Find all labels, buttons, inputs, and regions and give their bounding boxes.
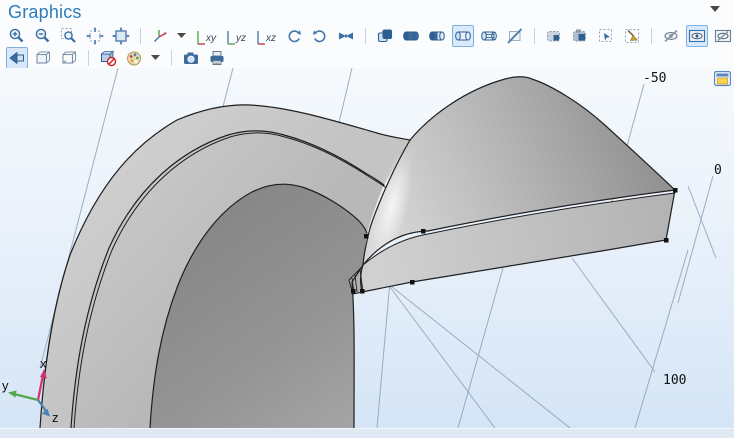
rotate-ccw-button[interactable] — [283, 25, 305, 47]
graphics-toolbar-row2 — [6, 47, 228, 69]
page-title: Graphics — [8, 2, 82, 23]
image-export-button[interactable] — [569, 25, 591, 47]
panel-header: Graphics — [0, 0, 734, 24]
rendering-half-button[interactable] — [426, 25, 448, 47]
graphics-canvas[interactable]: -50 0 100 x y z — [0, 68, 734, 428]
triad-x-label: x — [40, 356, 47, 371]
graphics-window: Graphics xy yz xz — [0, 0, 734, 437]
zoom-in-button[interactable] — [6, 25, 28, 47]
zoom-out-button[interactable] — [32, 25, 54, 47]
tick-label-100: 100 — [663, 373, 686, 388]
color-theme-button[interactable] — [123, 47, 145, 69]
hide-eye-slash-button[interactable] — [660, 25, 682, 47]
zoom-box-button[interactable] — [58, 25, 80, 47]
detach-window-icon[interactable] — [714, 71, 731, 92]
graphics-toolbar-row1: xy yz xz — [6, 25, 734, 47]
view-unhide-all-button[interactable] — [686, 25, 708, 47]
toolbar-separator — [88, 50, 89, 66]
show-axes-button[interactable] — [58, 47, 80, 69]
tick-label-0: 0 — [714, 163, 722, 178]
no-selection-button[interactable] — [504, 25, 526, 47]
toolbar-separator — [534, 28, 535, 44]
toolbar-separator — [171, 50, 172, 66]
orthographic-projection-button[interactable] — [335, 25, 357, 47]
go-to-default-view-button[interactable] — [149, 25, 171, 47]
print-button[interactable] — [206, 47, 228, 69]
go-to-yz-view-button[interactable]: yz — [223, 25, 249, 47]
scene-3d[interactable]: -50 0 100 x y z — [0, 68, 734, 428]
scene-light-button[interactable] — [6, 47, 28, 69]
go-to-xz-view-button[interactable]: xz — [253, 25, 279, 47]
panel-menu-caret-icon[interactable] — [710, 6, 720, 12]
zoom-selected-button[interactable] — [110, 25, 132, 47]
zoom-extents-button[interactable] — [84, 25, 106, 47]
hide-selected-button[interactable] — [712, 25, 734, 47]
copy-image-button[interactable] — [543, 25, 565, 47]
toolbar-separator — [140, 28, 141, 44]
rendering-wireframe-button[interactable] — [478, 25, 500, 47]
clear-broom-button[interactable] — [621, 25, 643, 47]
go-to-view-caret-icon[interactable] — [175, 25, 189, 47]
disable-geometry-button[interactable] — [97, 47, 119, 69]
tick-label-minus50: -50 — [643, 71, 666, 86]
select-frame-button[interactable] — [595, 25, 617, 47]
stacked-boxes-button[interactable] — [374, 25, 396, 47]
triad-z-label: z — [52, 410, 59, 425]
rendering-solid-button[interactable] — [400, 25, 422, 47]
model-3d[interactable] — [40, 77, 678, 428]
rotate-cw-button[interactable] — [309, 25, 331, 47]
snapshot-camera-button[interactable] — [180, 47, 202, 69]
color-theme-caret-icon[interactable] — [149, 47, 163, 69]
rendering-surface-button[interactable] — [452, 25, 474, 47]
show-grid-button[interactable] — [32, 47, 54, 69]
y-axis-arrow-icon — [8, 391, 17, 398]
toolbar-separator — [651, 28, 652, 44]
toolbar-separator — [365, 28, 366, 44]
triad-y-label: y — [2, 378, 9, 393]
go-to-xy-view-button[interactable]: xy — [193, 25, 219, 47]
